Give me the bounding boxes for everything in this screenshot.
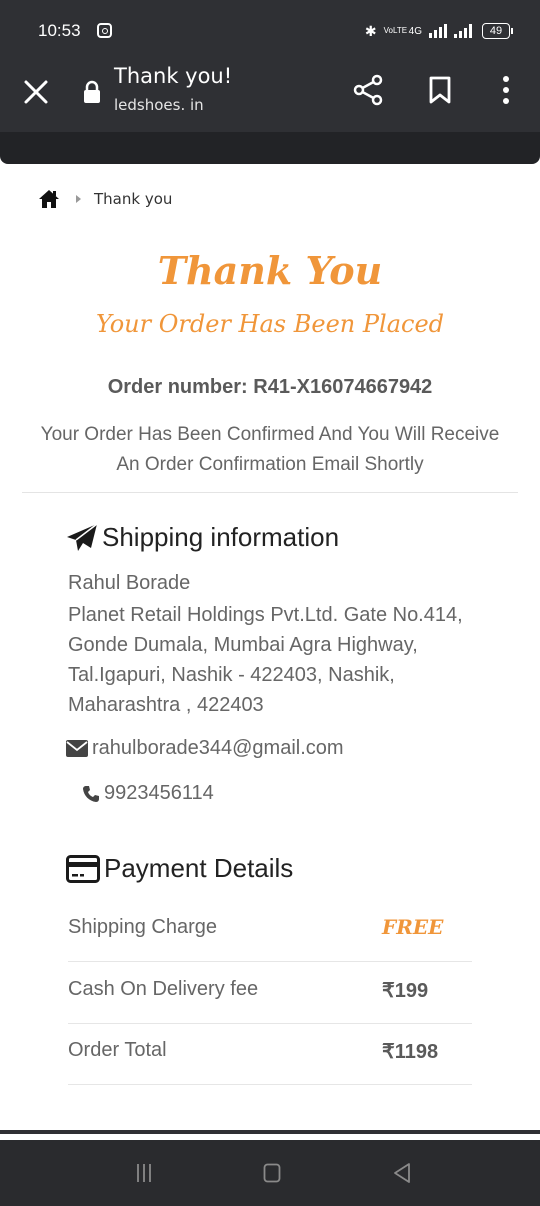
instagram-notification-icon	[97, 23, 112, 38]
recipient-name: Rahul Borade	[68, 572, 191, 594]
battery-icon: 49	[482, 23, 513, 39]
signal-strength-icon	[429, 24, 447, 38]
shipping-address: Planet Retail Holdings Pvt.Ltd. Gate No.…	[68, 604, 463, 716]
order-number: Order number: R41-X16074667942	[107, 376, 433, 398]
page-bottom-rule	[0, 1130, 540, 1134]
payment-row-label: Shipping Charge	[68, 916, 217, 938]
confirmation-message: Your Order Has Been Confirmed And You Wi…	[40, 424, 500, 475]
recent-apps-icon[interactable]	[135, 1162, 153, 1184]
bookmark-icon[interactable]	[428, 76, 452, 104]
shipping-heading-text: Shipping information	[102, 522, 340, 552]
status-indicators: ✱ VoLTE 4G 49	[364, 20, 513, 42]
status-bar: 10:53 ✱ VoLTE 4G 49	[0, 0, 540, 60]
close-icon[interactable]	[22, 78, 50, 106]
home-button-icon[interactable]	[263, 1163, 281, 1183]
payment-row-value: ₹199	[382, 980, 429, 1002]
shipping-heading: Shipping information	[66, 522, 339, 553]
payment-row-value: FREE	[382, 915, 444, 939]
status-time: 10:53	[38, 21, 81, 40]
payment-heading: Payment Details	[66, 853, 293, 884]
breadcrumb-current: Thank you	[94, 190, 173, 208]
paper-plane-icon	[67, 522, 98, 551]
payment-row-shipping: Shipping Charge FREE	[68, 900, 472, 962]
page-title: Thank you!	[114, 64, 233, 88]
payment-row-cod-fee: Cash On Delivery fee ₹199	[68, 962, 472, 1024]
payment-row-label: Order Total	[68, 1039, 167, 1061]
thank-you-title: Thank You	[157, 248, 383, 293]
browser-toolbar: Thank you! ledshoes. in	[0, 60, 540, 132]
signal-strength-icon-2	[454, 24, 472, 38]
phone-row: 9923456114	[82, 782, 214, 805]
order-placed-subtitle: Your Order Has Been Placed	[95, 310, 445, 338]
phone-text[interactable]: 9923456114	[104, 782, 214, 805]
breadcrumb-separator-icon	[76, 195, 81, 203]
system-navigation-bar	[0, 1140, 540, 1206]
more-options-icon[interactable]	[496, 74, 516, 106]
bluetooth-icon: ✱	[364, 22, 377, 39]
data-type-label: 4G	[408, 25, 422, 37]
email-row: rahulborade344@gmail.com	[66, 737, 344, 760]
payment-row-value: ₹1198	[382, 1041, 439, 1063]
email-text[interactable]: rahulborade344@gmail.com	[92, 737, 344, 760]
envelope-icon	[66, 740, 88, 757]
url-text[interactable]: ledshoes. in	[114, 96, 204, 114]
share-icon[interactable]	[353, 74, 385, 106]
lock-icon[interactable]	[83, 80, 101, 104]
credit-card-icon	[66, 854, 100, 883]
payment-row-label: Cash On Delivery fee	[68, 978, 259, 1000]
phone-icon	[83, 785, 99, 802]
breadcrumb: Thank you	[38, 186, 172, 212]
toolbar-shadow	[0, 132, 540, 164]
back-button-icon[interactable]	[393, 1162, 411, 1184]
section-divider	[22, 492, 518, 493]
volte-label: VoLTE	[383, 26, 408, 35]
home-icon[interactable]	[38, 189, 60, 209]
payment-row-total: Order Total ₹1198	[68, 1023, 472, 1085]
payment-heading-text: Payment Details	[104, 853, 294, 883]
